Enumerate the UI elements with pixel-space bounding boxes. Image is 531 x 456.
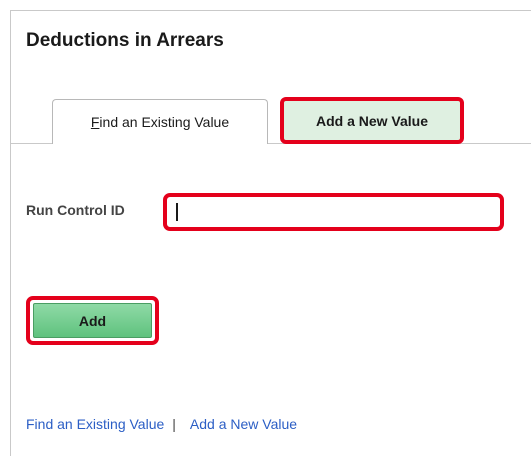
find-existing-value-link[interactable]: Find an Existing Value [26,416,164,432]
tab-add-new-value[interactable]: Add a New Value [280,97,464,144]
tab-label-rest: ind an Existing Value [99,114,230,130]
footer-separator: | [172,416,176,432]
add-button-face: Add [33,303,152,338]
tab-find-existing-label: Find an Existing Value [91,114,229,130]
tab-add-new-label: Add a New Value [315,112,429,129]
add-button[interactable]: Add [26,296,159,345]
tab-find-existing-value[interactable]: Find an Existing Value [52,99,268,144]
run-control-id-label: Run Control ID [26,202,125,218]
text-cursor [176,203,178,221]
run-control-id-input[interactable] [163,193,504,231]
page-frame [10,10,531,456]
add-new-value-link[interactable]: Add a New Value [190,416,297,432]
footer-links: Find an Existing Value | Add a New Value [26,416,297,432]
page-title: Deductions in Arrears [26,30,224,51]
add-button-label: Add [78,312,107,329]
